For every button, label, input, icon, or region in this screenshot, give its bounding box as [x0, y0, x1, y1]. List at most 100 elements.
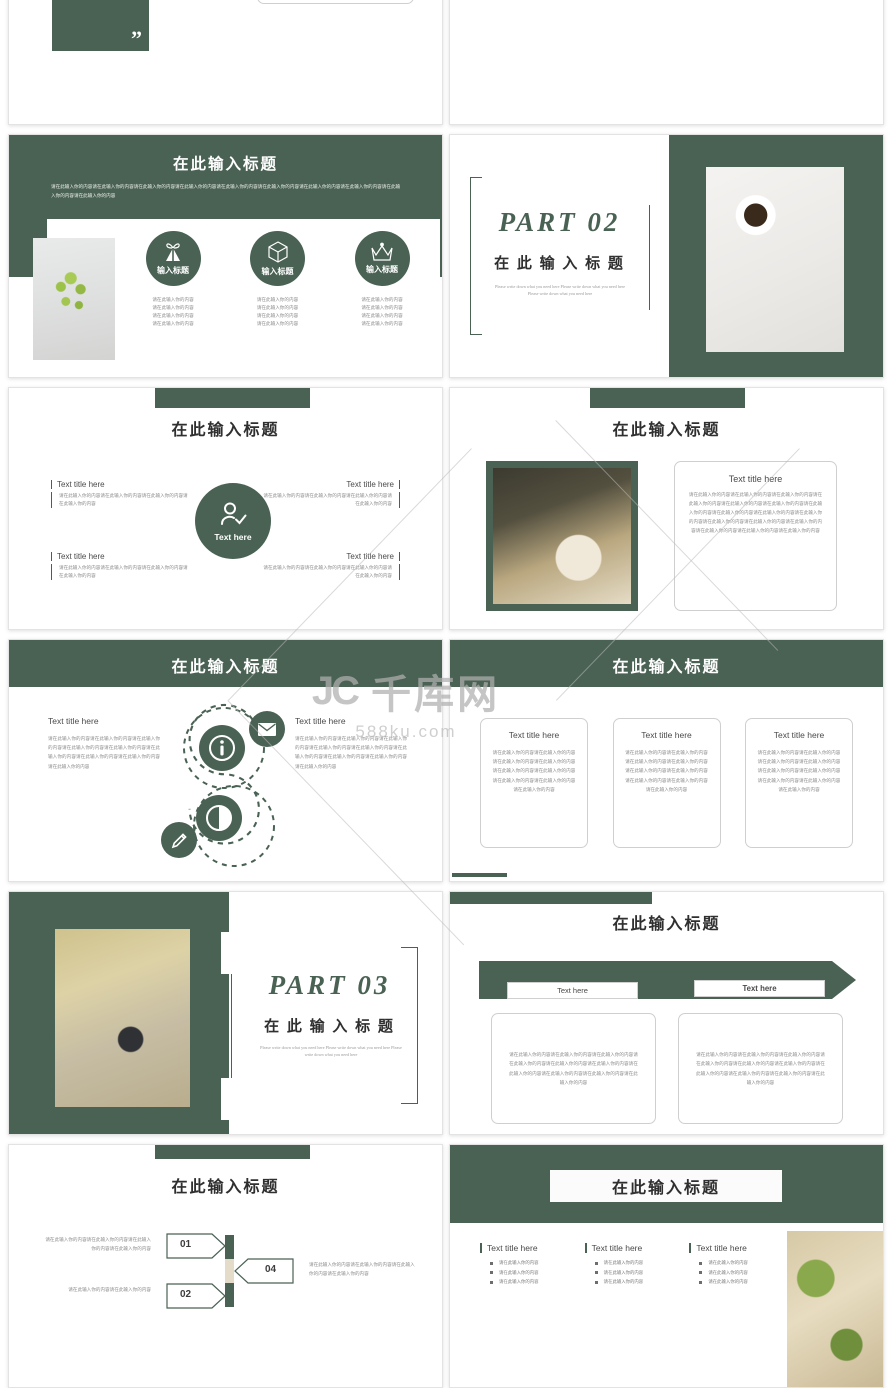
frame-mask — [221, 932, 401, 974]
right-text-block: Text title here 请在此输入你的内容请在此输入你的内容请在此输入你… — [295, 716, 407, 771]
list-column: Text title here 请在此输入你的内容 请在此输入你的内容 请在此输… — [480, 1243, 571, 1289]
part-number: PART 03 — [268, 970, 391, 1000]
text-card[interactable]: Text title here 请在此输入你的内容请在此输入你的内容请在此输入你… — [674, 461, 837, 611]
arrow-number: 02 — [180, 1289, 192, 1300]
numbered-arrow-04[interactable]: 04 — [234, 1258, 294, 1289]
icon-column-lines: 请在此输入你的内容 请在此输入你的内容 请在此输入你的内容 请在此输入你的内容 — [232, 296, 324, 328]
quote-mark-icon: ” — [131, 26, 142, 51]
slide-part-02-cover[interactable]: PART 02 在 此 输 入 标 题 Please write down wh… — [449, 134, 884, 378]
mail-icon — [258, 722, 276, 736]
info-icon-circle[interactable] — [199, 725, 245, 771]
bullet-square-icon — [699, 1280, 703, 1284]
slide-white-title-bar-three-lists[interactable]: 在此输入标题 Text title here 请在此输入你的内容 请在此输入你的… — [449, 1144, 884, 1388]
info-card[interactable]: Text title here 请在此输入你的内容请在此输入你的内容请在此输入你… — [612, 718, 721, 848]
crown-icon — [371, 242, 393, 261]
title-accent-bar — [590, 388, 745, 408]
list-item: 请在此输入你的内容 — [699, 1270, 780, 1276]
info-card[interactable]: Text title here 请在此输入你的内容请在此输入你的内容请在此输入你… — [745, 718, 853, 848]
icon-column[interactable]: 输入标题 请在此输入你的内容 请在此输入你的内容 请在此输入你的内容 请在此输入… — [127, 231, 219, 328]
part-number: PART 02 — [498, 207, 621, 237]
bullet-square-icon — [490, 1261, 493, 1265]
quadrant-text: 请在此输入你的内容请在此输入你的内容请在此输入你的内容请在此输入你的内容 — [51, 564, 191, 581]
contrast-icon-circle[interactable] — [196, 795, 242, 841]
line: 请在此输入你的内容 — [256, 313, 299, 319]
icon-title: 输入标题 — [157, 266, 189, 275]
line: 请在此输入你的内容 — [152, 297, 194, 302]
quote-block: 容请在此输入你的内容请在此输入你的内容请在此输入你的内容请在此输入你的内容请在此… — [52, 0, 149, 51]
bullet-square-icon — [490, 1280, 493, 1284]
slide-quote-and-numbered-list[interactable]: 容请在此输入你的内容请在此输入你的内容请在此输入你的内容请在此输入你的内容请在此… — [8, 0, 443, 125]
slide-green-header-three-icons[interactable]: 在此输入标题 请在此输入你的内容请在此输入你的内容请在此输入你的内容请在此输入你… — [8, 134, 443, 378]
card-text: 请在此输入你的内容请在此输入你的内容请在此输入你的内容请在此输入你的内容请在此输… — [492, 750, 576, 792]
card-text: 请在此输入你的内容请在此输入你的内容请在此输入你的内容请在此输入你的内容请在此输… — [757, 750, 841, 792]
mail-icon-circle[interactable] — [249, 711, 285, 747]
arrow-04-text: 请在此输入你的内容请在此输入你的内容请在此输入你的内容请在此输入你的内容 — [309, 1262, 415, 1277]
arrow-right-shape — [166, 1283, 226, 1309]
block-text: 请在此输入你的内容请在此输入你的内容请在此输入你的内容请在此输入你的内容请在此输… — [48, 736, 160, 769]
card-text: 请在此输入你的内容请在此输入你的内容请在此输入你的内容请在此输入你的内容请在此输… — [625, 750, 708, 792]
slide-percent-rings-and-bullets[interactable]: 你的内容请在此输入你的内容请在此输入你的内容请在此输入你的内容请在此输入你的内容… — [449, 0, 884, 125]
part-description: Please write down what you need here Ple… — [495, 284, 625, 297]
quadrant-title: Text title here — [51, 480, 191, 489]
card-title: Text title here — [728, 474, 783, 484]
frame-mask — [482, 310, 662, 350]
line: 请在此输入你的内容 — [361, 321, 403, 327]
title-accent-bar — [450, 892, 652, 904]
intro-text: 请在此输入你的内容请在此输入你的内容请在此输入你的内容请在此输入你的内容请在此输… — [51, 184, 401, 198]
ink-pen-photo — [55, 929, 190, 1107]
bullet-square-icon — [699, 1271, 703, 1275]
slide-numbered-arrows-diagram[interactable]: 在此输入标题 01 请在此输入你的内容请在此输入你的内容请在此输入你的内容请在此… — [8, 1144, 443, 1388]
stack-segment — [225, 1235, 234, 1259]
quadrant-text: 请在此输入你的内容请在此输入你的内容请在此输入你的内容请在此输入你的内容 — [51, 492, 191, 509]
icon-column[interactable]: 输入标题 请在此输入你的内容 请在此输入你的内容 请在此输入你的内容 请在此输入… — [232, 231, 324, 328]
column-title: Text title here — [480, 1243, 571, 1253]
ribbon-icon — [166, 243, 180, 261]
line: 请在此输入你的内容 — [152, 321, 194, 327]
line: 请在此输入你的内容 — [256, 305, 299, 311]
icon-title: 输入标题 — [261, 267, 294, 276]
tab-label[interactable]: Text here — [507, 982, 638, 999]
content-card[interactable]: 请在此输入你的内容请在此输入你的内容请在此输入你的内容请在此输入你的内容请在此输… — [678, 1013, 843, 1124]
slide-three-rounded-cards[interactable]: 在此输入标题 Text title here 请在此输入你的内容请在此输入你的内… — [449, 639, 884, 882]
ribbon-icon-circle[interactable]: 输入标题 — [145, 231, 201, 286]
icon-title: 输入标题 — [366, 265, 398, 274]
tab-label[interactable]: Text here — [694, 980, 825, 997]
frame-mask — [482, 165, 662, 205]
quadrant-text: 请在此输入你的内容请在此输入你的内容请在此输入你的内容请在此输入你的内容 — [260, 492, 400, 509]
slide-s-curve-icons[interactable]: 在此输入标题 Text title here 请在此输入你的内容请在此输入你的内… — [8, 639, 443, 882]
block-title: Text title here — [48, 716, 99, 726]
bullet-text: 请在此输入你的内容 — [499, 1269, 539, 1275]
slide-title: 在此输入标题 — [171, 422, 280, 439]
icon-column-lines: 请在此输入你的内容 请在此输入你的内容 请在此输入你的内容 请在此输入你的内容 — [127, 296, 219, 328]
column-title: Text title here — [584, 1243, 676, 1253]
left-text-block: Text title here 请在此输入你的内容请在此输入你的内容请在此输入你… — [48, 716, 160, 771]
quadrant-bottom-right: Text title here 请在此输入你的内容请在此输入你的内容请在此输入你… — [260, 552, 400, 581]
line: 请在此输入你的内容 — [361, 297, 403, 302]
slide-four-quadrant-center-icon[interactable]: 在此输入标题 Text title here 请在此输入你的内容请在此输入你的内… — [8, 387, 443, 630]
bullet-text: 请在此输入你的内容 — [499, 1260, 539, 1265]
slide-title: 在此输入标题 — [612, 659, 721, 676]
cube-icon-circle[interactable]: 输入标题 — [250, 231, 305, 286]
numbered-item-02[interactable]: 02 请在此输入你的内容请在此输入你的内容请在此输入你的内容请在此输入你的内容请… — [257, 0, 414, 4]
list-item: 请在此输入你的内容 — [594, 1260, 676, 1266]
slide-part-03-cover[interactable]: PART 03 在 此 输 入 标 题 Please write down wh… — [8, 891, 443, 1135]
content-card[interactable]: 请在此输入你的内容请在此输入你的内容请在此输入你的内容请在此输入你的内容请在此输… — [491, 1013, 656, 1124]
slide-title: 在此输入标题 — [171, 1179, 280, 1196]
crown-icon-circle[interactable]: 输入标题 — [354, 231, 410, 286]
numbered-arrow-02[interactable]: 02 — [166, 1283, 226, 1314]
icon-column[interactable]: 输入标题 请在此输入你的内容 请在此输入你的内容 请在此输入你的内容 请在此输入… — [336, 231, 428, 328]
slide-image-left-card-right[interactable]: 在此输入标题 Text title here 请在此输入你的内容请在此输入你的内… — [449, 387, 884, 630]
list-item: 请在此输入你的内容 — [490, 1279, 571, 1285]
bullet-text: 请在此输入你的内容 — [708, 1269, 748, 1275]
pencil-icon-circle[interactable] — [161, 822, 197, 858]
numbered-arrow-01[interactable]: 01 — [166, 1233, 226, 1264]
arrow-number: 01 — [180, 1239, 192, 1250]
list-item: 请在此输入你的内容 — [699, 1279, 780, 1285]
info-card[interactable]: Text title here 请在此输入你的内容请在此输入你的内容请在此输入你… — [480, 718, 588, 848]
arrow-left-shape — [234, 1258, 294, 1284]
card-text: 请在此输入你的内容请在此输入你的内容请在此输入你的内容请在此输入你的内容请在此输… — [688, 492, 823, 533]
card-row: Text title here 请在此输入你的内容请在此输入你的内容请在此输入你… — [480, 718, 853, 848]
slide-arrow-banner-two-cards[interactable]: 在此输入标题 Text here Text here 请在此输入你的内容请在此输… — [449, 891, 884, 1135]
center-icon-circle[interactable]: Text here — [195, 483, 271, 559]
bullet-text: 请在此输入你的内容 — [708, 1260, 748, 1265]
